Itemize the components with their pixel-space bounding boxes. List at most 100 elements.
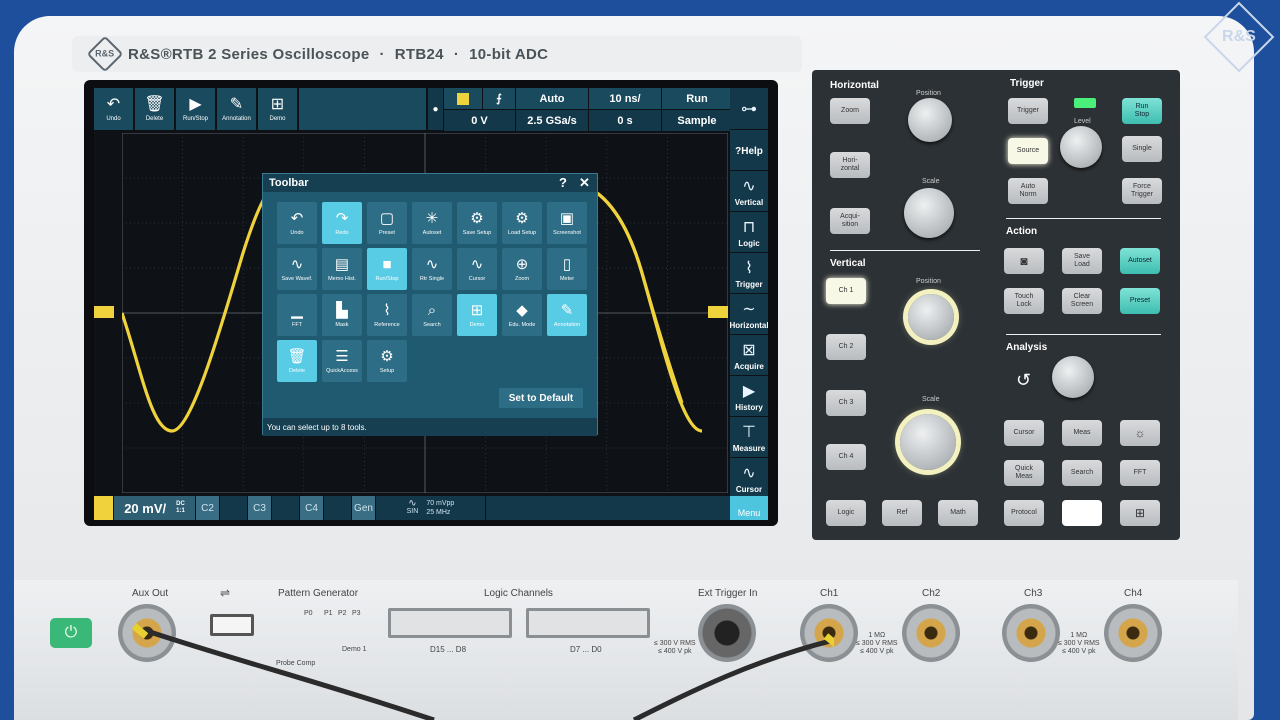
blank-button[interactable]	[1062, 500, 1102, 526]
menu-acquire[interactable]: ⊠ Acquire	[730, 335, 768, 376]
tool-demo[interactable]: ⊞ Demo	[457, 294, 497, 336]
ch1-button[interactable]: Ch 1	[826, 278, 866, 304]
tool-run-stop[interactable]: ■ Run/Stop	[367, 248, 407, 290]
preset-button[interactable]: Preset	[1120, 288, 1160, 314]
ch1-scale[interactable]: 20 mV/ DC 1:1	[114, 496, 196, 520]
tool-cursor[interactable]: ∿ Cursor	[457, 248, 497, 290]
timebase[interactable]: 10 ns/	[589, 88, 661, 109]
toolbar-run-stop-button[interactable]: ▶ Run/Stop	[176, 88, 216, 130]
ch3-tab[interactable]: C3	[248, 496, 272, 520]
ch4-input-connector[interactable]	[1104, 604, 1162, 662]
sample-rate[interactable]: 2.5 GSa/s	[516, 110, 588, 131]
ch4-button[interactable]: Ch 4	[826, 444, 866, 470]
screenshot-camera-button[interactable]: ◙	[1004, 248, 1044, 274]
network-icon[interactable]: ⊶	[730, 88, 768, 130]
tool-reference[interactable]: ⌇ Reference	[367, 294, 407, 336]
tool-search[interactable]: ⌕ Search	[412, 294, 452, 336]
back-icon[interactable]: ↺	[1016, 370, 1031, 391]
autoset-button[interactable]: Autoset	[1120, 248, 1160, 274]
set-to-default-button[interactable]: Set to Default	[499, 388, 583, 408]
ch3-input-connector[interactable]	[1002, 604, 1060, 662]
generator-settings[interactable]: ∿ SIN 70 mVpp 25 MHz	[376, 496, 486, 520]
tool-load-setup[interactable]: ⚙ Load Setup	[502, 202, 542, 244]
vertical-scale-knob[interactable]	[900, 414, 956, 470]
trigger-level-knob[interactable]	[1060, 126, 1102, 168]
touch-lock-button[interactable]: Touch Lock	[1004, 288, 1044, 314]
ch2-button[interactable]: Ch 2	[826, 334, 866, 360]
protocol-button[interactable]: Protocol	[1004, 500, 1044, 526]
save-load-button[interactable]: Save Load	[1062, 248, 1102, 274]
tool-meter[interactable]: ▯ Meter	[547, 248, 587, 290]
tool-setup[interactable]: ⚙ Setup	[367, 340, 407, 382]
trigger-level[interactable]: 0 V	[444, 110, 515, 131]
menu-history[interactable]: ▶ History	[730, 376, 768, 417]
menu-button[interactable]: Menu	[730, 496, 768, 520]
tool-annotation[interactable]: ✎ Annotation	[547, 294, 587, 336]
trigger-mode[interactable]: Auto	[516, 88, 588, 109]
logic-button[interactable]: Logic	[826, 500, 866, 526]
acquisition-button[interactable]: Acqui- sition	[830, 208, 870, 234]
tool-fft[interactable]: ▁ FFT	[277, 294, 317, 336]
tool-memo-hist[interactable]: ▤ Memo Hist.	[322, 248, 362, 290]
fft-button[interactable]: FFT	[1120, 460, 1160, 486]
force-trigger-button[interactable]: Force Trigger	[1122, 178, 1162, 204]
menu-vertical[interactable]: ∿ Vertical	[730, 171, 768, 212]
quick-meas-button[interactable]: Quick Meas	[1004, 460, 1044, 486]
tool-redo[interactable]: ↷ Redo	[322, 202, 362, 244]
tool-zoom[interactable]: ⊕ Zoom	[502, 248, 542, 290]
horizontal-position-knob[interactable]	[908, 98, 952, 142]
tool-save-setup[interactable]: ⚙ Save Setup	[457, 202, 497, 244]
menu-trigger[interactable]: ⌇ Trigger	[730, 253, 768, 294]
menu-help[interactable]: ?Help	[730, 130, 768, 171]
run-stop-button[interactable]: Run Stop	[1122, 98, 1162, 124]
toolbar-annotation-button[interactable]: ✎ Annotation	[217, 88, 257, 130]
apps-button[interactable]: ⊞	[1120, 500, 1160, 526]
acquisition-mode[interactable]: Sample	[662, 110, 732, 131]
search-button[interactable]: Search	[1062, 460, 1102, 486]
zoom-button[interactable]: Zoom	[830, 98, 870, 124]
auto-norm-button[interactable]: Auto Norm	[1008, 178, 1048, 204]
cursor-button[interactable]: Cursor	[1004, 420, 1044, 446]
tool-save-wavef[interactable]: ∿ Save Wavef.	[277, 248, 317, 290]
ref-button[interactable]: Ref	[882, 500, 922, 526]
ch2-tab[interactable]: C2	[196, 496, 220, 520]
navigation-knob[interactable]	[1052, 356, 1094, 398]
ch1-color-tab[interactable]	[94, 496, 114, 520]
toolbar-demo-button[interactable]: ⊞ Demo	[258, 88, 298, 130]
trigger-button[interactable]: Trigger	[1008, 98, 1048, 124]
tool-delete[interactable]: 🗑 Delete	[277, 340, 317, 382]
close-icon[interactable]: ✕	[579, 175, 590, 191]
trigger-level-marker[interactable]	[708, 306, 728, 318]
horizontal-position[interactable]: 0 s	[589, 110, 661, 131]
menu-cursor[interactable]: ∿ Cursor	[730, 458, 768, 499]
source-button[interactable]: Source	[1008, 138, 1048, 164]
ch2-input-connector[interactable]	[902, 604, 960, 662]
toolbar-undo-button[interactable]: ↶ Undo	[94, 88, 134, 130]
tool-quickaccess[interactable]: ☰ QuickAccess	[322, 340, 362, 382]
tool-screenshot[interactable]: ▣ Screenshot	[547, 202, 587, 244]
toolbar-delete-button[interactable]: 🗑 Delete	[135, 88, 175, 130]
menu-horizontal[interactable]: ∼ Horizontal	[729, 294, 768, 335]
horizontal-button[interactable]: Hori- zontal	[830, 152, 870, 178]
run-state[interactable]: Run	[662, 88, 732, 109]
trigger-source-indicator[interactable]	[444, 88, 482, 109]
ch3-button[interactable]: Ch 3	[826, 390, 866, 416]
vertical-position-knob[interactable]	[908, 294, 954, 340]
ch1-offset-marker[interactable]	[94, 306, 114, 318]
generator-tab[interactable]: Gen	[352, 496, 376, 520]
tool-rtr-single[interactable]: ∿ Rtr Single	[412, 248, 452, 290]
help-icon[interactable]: ?	[559, 175, 567, 190]
math-button[interactable]: Math	[938, 500, 978, 526]
menu-measure[interactable]: ⊤ Measure	[730, 417, 768, 458]
tool-preset[interactable]: ▢ Preset	[367, 202, 407, 244]
horizontal-scale-knob[interactable]	[904, 188, 954, 238]
menu-logic[interactable]: ⊓ Logic	[730, 212, 768, 253]
clear-screen-button[interactable]: Clear Screen	[1062, 288, 1102, 314]
tool-edu-mode[interactable]: ◆ Edu. Mode	[502, 294, 542, 336]
intensity-button[interactable]: ☼	[1120, 420, 1160, 446]
tool-mask[interactable]: ▙ Mask	[322, 294, 362, 336]
tool-undo[interactable]: ↶ Undo	[277, 202, 317, 244]
tool-autoset[interactable]: ✳ Autoset	[412, 202, 452, 244]
trigger-edge[interactable]: ⨍	[483, 88, 515, 109]
power-button[interactable]: ⏻	[50, 618, 92, 648]
